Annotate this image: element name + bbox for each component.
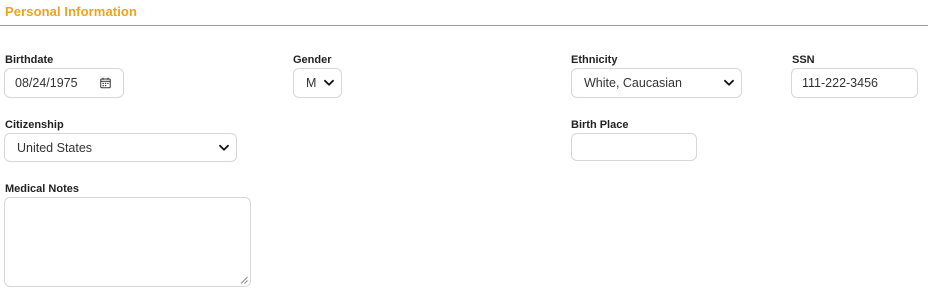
ssn-label: SSN xyxy=(792,54,815,66)
gender-value: M xyxy=(306,76,317,90)
section-title: Personal Information xyxy=(5,4,138,19)
medical-notes-value xyxy=(5,198,15,204)
birthdate-input[interactable]: 08/24/1975 xyxy=(4,68,124,98)
chevron-down-icon xyxy=(219,144,229,151)
ethnicity-select[interactable]: White, Caucasian xyxy=(571,68,742,98)
ssn-value: 111-222-3456 xyxy=(802,76,878,90)
chevron-down-icon xyxy=(724,79,734,86)
ethnicity-value: White, Caucasian xyxy=(584,76,682,90)
gender-label: Gender xyxy=(293,54,332,66)
birthdate-label: Birthdate xyxy=(5,54,54,66)
section-divider xyxy=(0,25,928,26)
chevron-down-icon xyxy=(324,79,334,86)
medical-notes-textarea[interactable] xyxy=(4,197,251,287)
ssn-input[interactable]: 111-222-3456 xyxy=(791,68,918,98)
citizenship-value: United States xyxy=(17,140,93,155)
gender-select[interactable]: M xyxy=(293,68,342,98)
medical-notes-label: Medical Notes xyxy=(5,183,79,195)
ethnicity-label: Ethnicity xyxy=(571,54,618,66)
birth-place-input[interactable] xyxy=(571,133,697,161)
calendar-icon[interactable] xyxy=(100,77,111,89)
personal-information-form: Personal Information Birthdate 08/24/197… xyxy=(0,0,928,289)
citizenship-select[interactable]: United States xyxy=(4,133,237,162)
resize-handle-icon[interactable] xyxy=(240,276,248,284)
birthdate-value: 08/24/1975 xyxy=(15,76,78,90)
citizenship-label: Citizenship xyxy=(5,119,64,131)
birth-place-label: Birth Place xyxy=(571,119,629,131)
